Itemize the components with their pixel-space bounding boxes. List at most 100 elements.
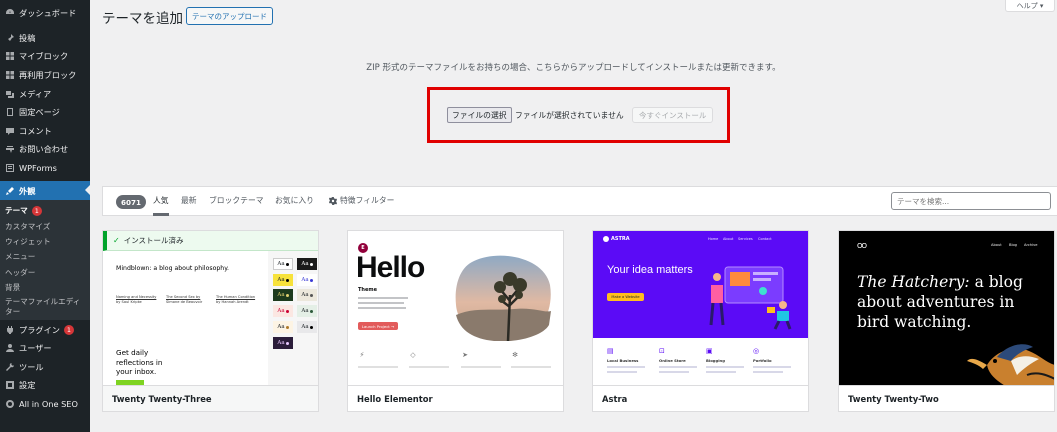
tt3-post: The Human Condition by Hannah Arendt [216, 295, 256, 304]
sidebar-item-label: プラグイン [19, 324, 60, 335]
submenu-item-theme-file-editor[interactable]: テーマファイルエディター [0, 295, 90, 316]
theme-name: Twenty Twenty-Three [103, 385, 318, 411]
settings-icon [4, 379, 16, 391]
bolt-icon: ⚡ [359, 351, 365, 359]
sidebar-item-label: マイブロック [19, 51, 69, 62]
sidebar-item-dashboard[interactable]: ダッシュボード [0, 4, 90, 23]
feature-filter-button[interactable]: 特徴フィルター [329, 195, 394, 206]
dashboard-icon [4, 7, 16, 19]
tt3-style-panel [268, 251, 318, 385]
submenu-item-customize[interactable]: カスタマイズ [0, 218, 90, 233]
upload-description: ZIP 形式のテーマファイルをお持ちの場合、こちらからアップロードしてインストー… [366, 63, 781, 73]
hello-subtitle: Theme [358, 287, 377, 293]
theme-screenshot: ✓ インストール済み Mindblown: a blog about philo… [103, 231, 318, 385]
tt3-post: The Second Sex by Simone de Beauvoir [166, 295, 203, 304]
sidebar-item-tools[interactable]: ツール [0, 357, 90, 376]
sidebar-item-comments[interactable]: コメント [0, 122, 90, 141]
media-icon [4, 88, 16, 100]
submenu-item-header[interactable]: ヘッダー [0, 265, 90, 280]
tab-popular[interactable]: 人気 [153, 195, 169, 216]
installed-notice: ✓ インストール済み [103, 231, 318, 251]
store-icon: ▤ [607, 347, 614, 355]
user-icon [4, 342, 16, 354]
astra-heading: Your idea matters [607, 264, 693, 276]
diamond-icon: ◇ [410, 351, 416, 359]
active-indicator [85, 185, 90, 196]
sidebar-item-users[interactable]: ユーザー [0, 339, 90, 358]
sidebar-item-appearance[interactable]: 外観 [0, 181, 90, 200]
tab-latest[interactable]: 最新 [181, 195, 197, 216]
block-icon [4, 50, 16, 62]
snowflake-icon: ✻ [512, 351, 518, 359]
sidebar-item-pages[interactable]: 固定ページ [0, 103, 90, 122]
theme-name: Twenty Twenty-Two [839, 385, 1054, 411]
theme-screenshot: ASTRA Home About Services Contact Your i… [593, 231, 808, 385]
theme-screenshot: OO About Blog Archive The Hatchery: a bl… [839, 231, 1054, 385]
pin-icon [4, 32, 16, 44]
bag-icon: ⊡ [659, 347, 665, 355]
page-title: テーマを追加 [102, 11, 183, 27]
theme-card-twenty-twenty-two[interactable]: OO About Blog Archive The Hatchery: a bl… [838, 230, 1055, 412]
comment-icon [4, 125, 16, 137]
upload-theme-button[interactable]: テーマのアップロード [186, 7, 273, 25]
check-icon: ✓ [113, 236, 120, 245]
contact-icon [4, 143, 16, 155]
submenu-item-menus[interactable]: メニュー [0, 249, 90, 264]
file-select-button[interactable]: ファイルの選択 [447, 107, 512, 123]
send-icon: ➤ [462, 351, 468, 359]
hello-launch-button: Launch Project → [358, 322, 398, 330]
sidebar-item-label: 固定ページ [19, 107, 60, 118]
theme-card-astra[interactable]: ASTRA Home About Services Contact Your i… [592, 230, 809, 412]
help-tab-button[interactable]: ヘルプ ▾ [1005, 0, 1055, 12]
hello-title: Hello [356, 251, 425, 284]
sidebar-item-label: ツール [19, 361, 44, 372]
theme-name: Astra [593, 385, 808, 411]
tt3-cta: Get daily reflections in your inbox. [116, 348, 163, 376]
gear-icon [329, 196, 337, 205]
submenu-item-widgets[interactable]: ウィジェット [0, 234, 90, 249]
sidebar-item-label: 設定 [19, 380, 36, 391]
sidebar-item-reusable-blocks[interactable]: 再利用ブロック [0, 66, 90, 85]
admin-sidebar: ダッシュボード 投稿 マイブロック 再利用ブロック メディア 固定ページ コメン… [0, 0, 90, 432]
sidebar-item-settings[interactable]: 設定 [0, 376, 90, 395]
tab-block-themes[interactable]: ブロックテーマ [209, 195, 264, 216]
theme-count-badge: 6071 [116, 195, 147, 209]
sidebar-item-label: All in One SEO [19, 398, 78, 409]
feature-filter-label: 特徴フィルター [340, 196, 395, 205]
plugin-icon [4, 324, 16, 336]
seo-icon [4, 398, 16, 410]
tab-favorites[interactable]: お気に入り [275, 195, 314, 216]
theme-card-twenty-twenty-three[interactable]: ✓ インストール済み Mindblown: a blog about philo… [102, 230, 319, 412]
sidebar-item-label: ユーザー [19, 343, 52, 354]
astra-cta-button: Make a Website [607, 293, 644, 301]
sidebar-item-all-in-one-seo[interactable]: All in One SEO [0, 395, 90, 414]
desert-tree-image [455, 255, 551, 341]
sidebar-item-label: WPForms [19, 163, 57, 174]
sidebar-item-label: 再利用ブロック [19, 70, 77, 81]
astra-illustration [709, 266, 792, 330]
astra-logo: ASTRA [603, 236, 630, 242]
plugin-update-badge: 1 [63, 324, 74, 335]
page-icon [4, 106, 16, 118]
theme-card-hello-elementor[interactable]: E Hello Theme Launch Project → ⚡ ◇ ➤ ✻ H… [347, 230, 564, 412]
install-now-button[interactable]: 今すぐインストール [632, 107, 714, 123]
bird-illustration [967, 344, 1054, 385]
sidebar-item-label: コメント [19, 125, 52, 136]
sidebar-item-media[interactable]: メディア [0, 84, 90, 103]
sidebar-item-label: 外観 [19, 185, 36, 196]
tt3-headline: Mindblown: a blog about philosophy. [116, 265, 229, 272]
theme-search-input[interactable] [891, 192, 1051, 210]
sidebar-item-posts[interactable]: 投稿 [0, 29, 90, 48]
tt3-post: Naming and Necessity by Saul Kripke [116, 295, 157, 304]
sidebar-item-plugins[interactable]: プラグイン 1 [0, 320, 90, 339]
submenu-item-themes[interactable]: テーマ 1 [0, 203, 90, 218]
tt2-logo: OO [857, 242, 867, 250]
sidebar-item-contact[interactable]: お問い合わせ [0, 140, 90, 159]
sidebar-item-wpforms[interactable]: WPForms [0, 159, 90, 178]
sidebar-item-my-blocks[interactable]: マイブロック [0, 47, 90, 66]
reusable-block-icon [4, 69, 16, 81]
astra-hero: ASTRA Home About Services Contact Your i… [593, 231, 808, 338]
theme-filter-bar: 6071 人気 最新 ブロックテーマ お気に入り 特徴フィルター [102, 186, 1057, 216]
appearance-submenu: テーマ 1 カスタマイズ ウィジェット メニュー ヘッダー 背景 テーマファイル… [0, 199, 90, 321]
submenu-item-background[interactable]: 背景 [0, 280, 90, 295]
